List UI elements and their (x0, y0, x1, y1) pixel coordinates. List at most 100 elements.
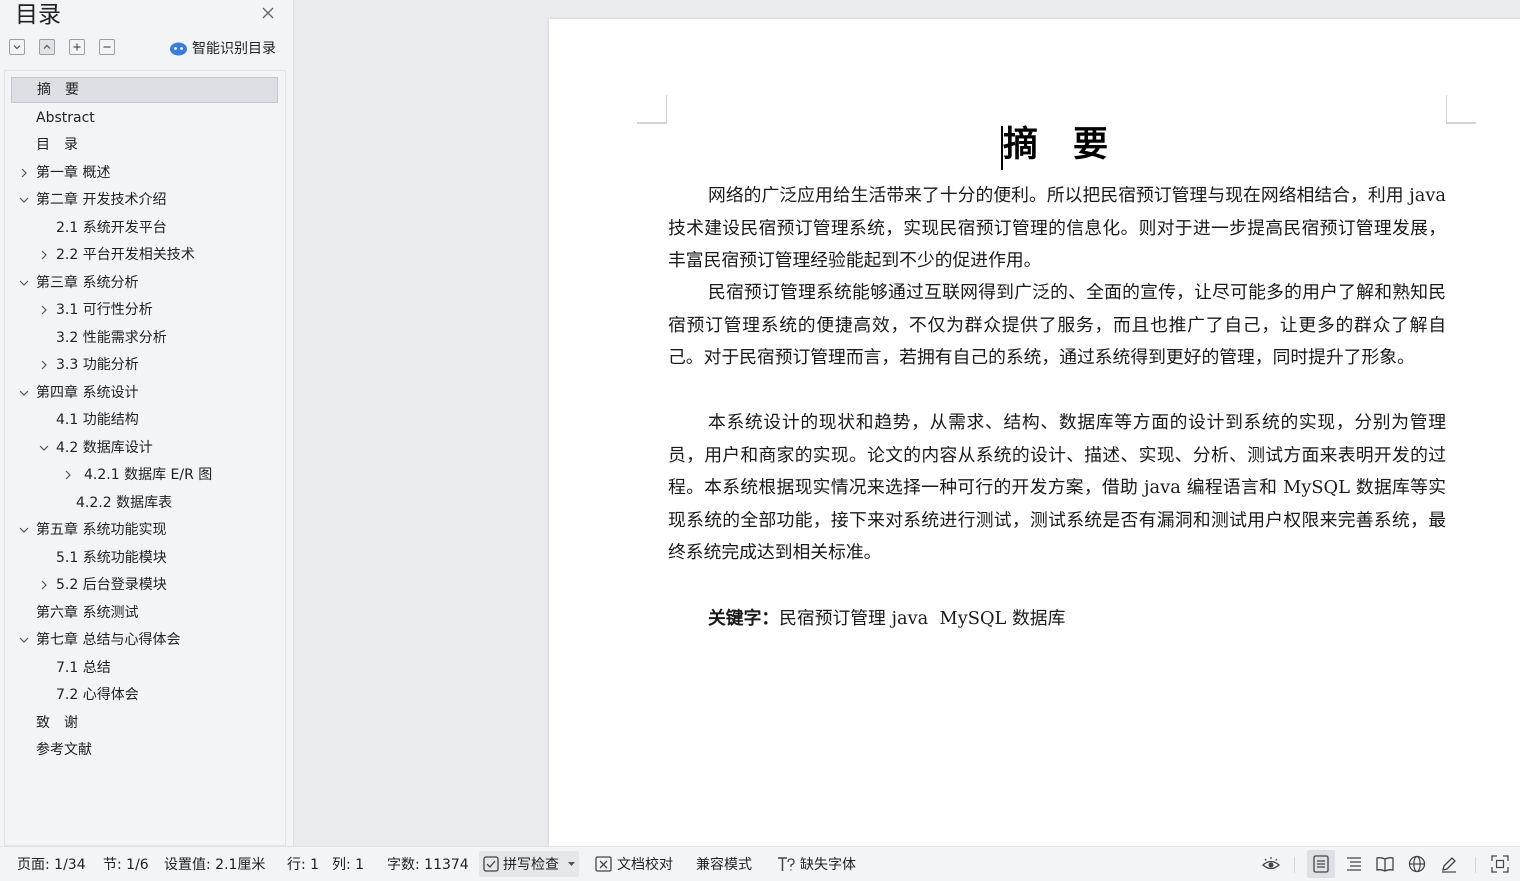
toc-item[interactable]: 摘 要 (11, 77, 278, 103)
toc-item[interactable]: 第四章 系统设计 (5, 380, 281, 406)
missing-font-icon (778, 857, 795, 871)
paragraph: 本系统设计的现状和趋势，从需求、结构、数据库等方面的设计到系统的实现，分别为管理… (668, 412, 1446, 563)
paragraph: 网络的广泛应用给生活带来了十分的便利。所以把民宿预订管理与现在网络相结合，利用 … (668, 185, 1446, 271)
chevron-right-icon[interactable] (62, 469, 74, 481)
chevron-right-icon[interactable] (38, 304, 50, 316)
divider (1475, 857, 1476, 873)
chevron-down-icon[interactable] (18, 524, 30, 536)
toc-item[interactable]: 第五章 系统功能实现 (5, 517, 281, 543)
toc-item[interactable]: 5.1 系统功能模块 (5, 545, 281, 571)
collapse-down-button[interactable] (9, 39, 25, 55)
collapse-all-button[interactable] (99, 39, 115, 55)
chevron-down-icon[interactable] (18, 277, 30, 289)
toc-item-label: 3.2 性能需求分析 (56, 329, 167, 346)
reading-mode-icon[interactable] (1375, 854, 1395, 874)
outline-view-icon[interactable] (1344, 854, 1364, 874)
chevron-down-icon (13, 45, 21, 50)
toc-item-label: 参考文献 (36, 742, 92, 758)
document-page[interactable]: 摘 要 网络的广泛应用给生活带来了十分的便利。所以把民宿预订管理与现在网络相结合… (549, 19, 1520, 846)
toc-item-label: 第七章 总结与心得体会 (36, 632, 181, 648)
toc-item-label: 5.1 系统功能模块 (56, 549, 167, 566)
toc-item[interactable]: 第三章 系统分析 (5, 270, 281, 296)
chevron-down-icon[interactable] (18, 387, 30, 399)
page-view-button[interactable] (1307, 850, 1335, 878)
spell-check-button[interactable]: 拼写检查 (479, 851, 579, 877)
toc-item[interactable]: 第七章 总结与心得体会 (5, 627, 281, 653)
toc-item-label: 2.1 系统开发平台 (56, 219, 167, 236)
divider (1294, 857, 1295, 873)
toc-item-label: 7.1 总结 (56, 659, 111, 676)
page-view-icon (1313, 855, 1329, 873)
toc-item-label: 4.2 数据库设计 (56, 439, 153, 456)
toc-item-label: 4.2.1 数据库 E/R 图 (84, 467, 213, 483)
toc-item[interactable]: 2.2 平台开发相关技术 (5, 242, 281, 268)
keywords-value: 民宿预订管理 java MySQL 数据库 (779, 608, 1066, 629)
chevron-down-icon[interactable] (38, 442, 50, 454)
page-corner-mark (1446, 95, 1476, 124)
section-indicator[interactable]: 节: 1/6 (103, 856, 149, 874)
toc-item[interactable]: 目 录 (5, 132, 281, 158)
chevron-right-icon[interactable] (38, 249, 50, 261)
missing-fonts-button[interactable]: 缺失字体 (800, 856, 856, 874)
toc-item[interactable]: 7.1 总结 (5, 655, 281, 681)
toc-item[interactable]: 3.3 功能分析 (5, 352, 281, 378)
pen-icon[interactable] (1439, 854, 1459, 874)
document-heading: 摘 要 (1003, 124, 1109, 165)
page-indicator[interactable]: 页面: 1/34 (17, 856, 86, 874)
toc-item-label: 摘 要 (37, 82, 79, 98)
chevron-right-icon[interactable] (38, 359, 50, 371)
toc-tree: 摘 要 Abstract 目 录第一章 概述第二章 开发技术介绍 2.1 系统开发平台… (4, 70, 286, 846)
toc-item[interactable]: 4.2 数据库设计 (5, 435, 281, 461)
proofread-button[interactable]: 文档校对 (617, 856, 673, 874)
smart-toc-label: 智能识别目录 (192, 41, 276, 57)
plus-icon (73, 43, 81, 51)
setting-indicator[interactable]: 设置值: 2.1厘米 (164, 856, 265, 874)
close-icon[interactable] (259, 4, 277, 22)
expand-all-button[interactable] (69, 39, 85, 55)
chevron-down-icon[interactable] (18, 634, 30, 646)
toc-item-label: 第二章 开发技术介绍 (36, 192, 167, 208)
chevron-up-icon (43, 44, 51, 49)
toc-item[interactable]: 7.2 心得体会 (5, 682, 281, 708)
toc-item-label: 3.1 可行性分析 (56, 302, 153, 318)
chevron-right-icon[interactable] (38, 579, 50, 591)
toc-item[interactable]: 4.1 功能结构 (5, 407, 281, 433)
toc-item[interactable]: 参考文献 (5, 737, 281, 763)
eye-protection-icon[interactable] (1261, 854, 1281, 874)
toc-item[interactable]: Abstract (5, 105, 281, 131)
toc-item[interactable]: 2.1 系统开发平台 (5, 215, 281, 241)
keywords-line: 关键字：民宿预订管理 java MySQL 数据库 (708, 603, 1065, 635)
toc-item-label: Abstract (36, 109, 95, 126)
ai-cloud-icon (170, 42, 187, 55)
web-view-icon[interactable] (1407, 854, 1427, 874)
toc-item[interactable]: 3.1 可行性分析 (5, 297, 281, 323)
toc-item[interactable]: 第一章 概述 (5, 160, 281, 186)
toc-item[interactable]: 4.2.1 数据库 E/R 图 (5, 462, 281, 488)
toc-item[interactable]: 第二章 开发技术介绍 (5, 187, 281, 213)
smart-toc-button[interactable]: 智能识别目录 (169, 38, 276, 58)
toc-item-label: 第六章 系统测试 (36, 604, 139, 621)
toc-item[interactable]: 致 谢 (5, 710, 281, 736)
collapse-up-button[interactable] (39, 39, 55, 55)
compat-mode-label[interactable]: 兼容模式 (696, 856, 752, 874)
word-count[interactable]: 字数: 11374 (387, 856, 469, 874)
toc-item-label: 第一章 概述 (36, 164, 111, 181)
toc-item-label: 致 谢 (36, 714, 78, 731)
toc-item[interactable]: 3.2 性能需求分析 (5, 325, 281, 351)
toc-item-label: 4.2.2 数据库表 (76, 494, 173, 511)
toc-item-label: 4.1 功能结构 (56, 412, 139, 428)
chevron-down-icon[interactable] (18, 194, 30, 206)
toc-item[interactable]: 5.2 后台登录模块 (5, 572, 281, 598)
chevron-right-icon[interactable] (18, 167, 30, 179)
toc-item[interactable]: 4.2.2 数据库表 (5, 490, 281, 516)
proofread-icon (595, 856, 612, 872)
toc-item-label: 目 录 (36, 137, 78, 153)
keywords-label: 关键字： (708, 608, 780, 629)
toc-item[interactable]: 第六章 系统测试 (5, 600, 281, 626)
page-corner-mark (637, 95, 667, 124)
toc-item-label: 第四章 系统设计 (36, 384, 139, 401)
fullscreen-icon[interactable] (1490, 854, 1510, 874)
toc-item-label: 第五章 系统功能实现 (36, 522, 167, 538)
row-indicator: 行: 1 (287, 857, 320, 873)
spell-check-label: 拼写检查 (503, 857, 559, 873)
